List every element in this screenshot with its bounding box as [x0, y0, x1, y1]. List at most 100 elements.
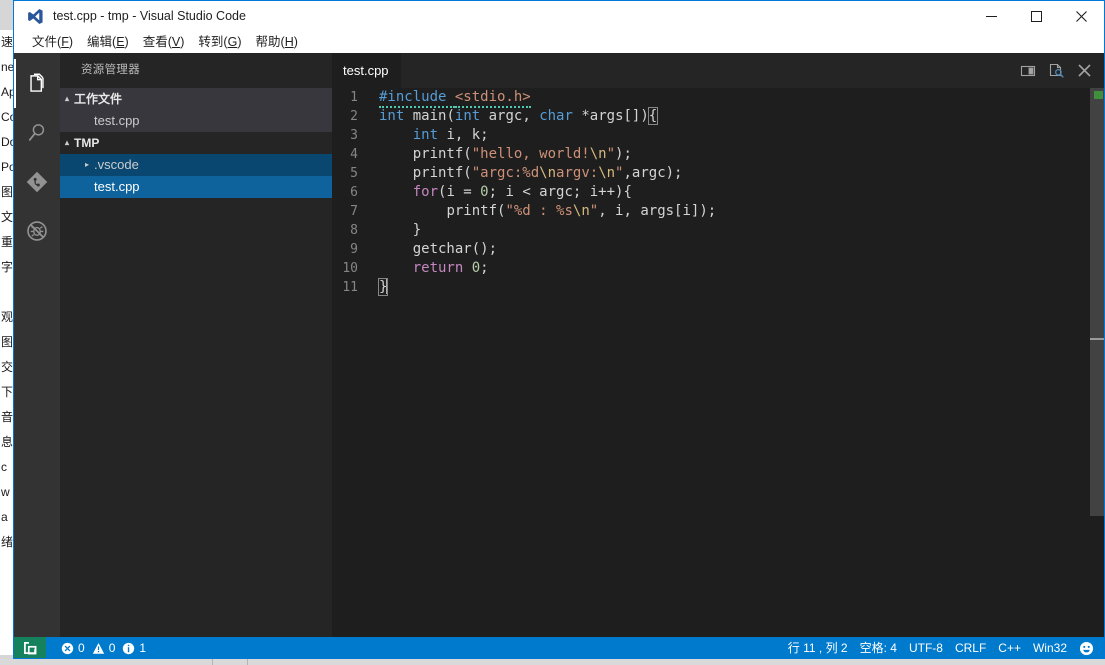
code-token: int	[379, 108, 405, 124]
status-platform[interactable]: Win32	[1027, 637, 1073, 658]
file-test-cpp-label: test.cpp	[94, 179, 140, 194]
menu-view-mnemonic: V	[171, 34, 181, 49]
background-window-text: 下	[1, 385, 13, 399]
code-line[interactable]: 3 int i, k;	[332, 126, 1104, 145]
background-window-text: a	[1, 510, 8, 524]
menu-edit[interactable]: 编辑(E)	[80, 33, 136, 52]
menu-bar[interactable]: 文件(F) 编辑(E) 查看(V) 转到(G) 帮助(H)	[14, 31, 1104, 53]
chevron-right-icon: ▸	[84, 160, 89, 169]
menu-help[interactable]: 帮助(H)	[249, 33, 305, 52]
sidebar-section-open-editors[interactable]: ▴ 工作文件	[60, 88, 332, 110]
list-item[interactable]: ▸ .vscode	[60, 154, 332, 176]
code-line[interactable]: 8 }	[332, 221, 1104, 240]
line-text: printf("hello, world!\n");	[379, 145, 1104, 164]
code-token: ; i < argc; i++){	[488, 184, 632, 200]
status-eol[interactable]: CRLF	[949, 637, 992, 658]
status-indentation[interactable]: 空格: 4	[854, 637, 903, 658]
code-line[interactable]: 5 printf("argc:%d\nargv:\n",argc);	[332, 164, 1104, 183]
code-token: "hello, world!	[471, 146, 590, 162]
code-line[interactable]: 6 for(i = 0; i < argc; i++){	[332, 183, 1104, 202]
split-editor-button[interactable]	[1014, 53, 1042, 88]
files-icon	[30, 73, 44, 92]
overview-ruler-info-mark	[1094, 91, 1103, 99]
status-problems[interactable]: 0 0 1	[55, 637, 152, 658]
chevron-down-icon: ▴	[64, 94, 69, 103]
open-preview-button[interactable]	[1042, 53, 1070, 88]
sidebar-section-folder-tmp[interactable]: ▴ TMP	[60, 132, 332, 154]
close-button[interactable]	[1059, 1, 1104, 32]
code-lines: 1 #include <stdio.h> 2 int main(int argc, c…	[332, 88, 1104, 297]
status-encoding[interactable]: UTF-8	[903, 637, 949, 658]
code-token: 0	[471, 260, 481, 276]
status-error-count: 0	[78, 641, 85, 655]
code-line[interactable]: 9 getchar();	[332, 240, 1104, 259]
activity-source-control[interactable]	[14, 157, 60, 206]
background-window-text: Ap	[1, 85, 13, 99]
code-editor[interactable]: 1 #include <stdio.h> 2 int main(int argc, c…	[332, 88, 1104, 637]
maximize-button[interactable]	[1014, 1, 1059, 32]
status-cursor-position[interactable]: 行 11 , 列 2	[782, 637, 854, 658]
code-token: *args[])	[572, 108, 649, 124]
menu-file-label: 文件	[32, 34, 58, 49]
status-language-mode[interactable]: C++	[992, 637, 1027, 658]
line-number: 6	[350, 185, 358, 200]
editor-tabs-bar: test.cpp	[332, 53, 1104, 88]
menu-goto-label: 转到	[198, 34, 224, 49]
status-remote-button[interactable]	[14, 637, 46, 658]
folder-vscode-label: .vscode	[94, 157, 139, 172]
activity-explorer[interactable]	[14, 59, 60, 108]
code-token: );	[615, 146, 632, 162]
code-token: "	[589, 203, 599, 219]
line-text: }	[379, 221, 1104, 240]
minimize-button[interactable]	[969, 1, 1014, 32]
code-line[interactable]: 1 #include <stdio.h>	[332, 88, 1104, 108]
code-line[interactable]: 7 printf("%d : %s\n", i, args[i]);	[332, 202, 1104, 221]
status-feedback-button[interactable]	[1073, 637, 1100, 658]
tab-test-cpp-label: test.cpp	[343, 63, 389, 78]
background-window-text: w	[1, 485, 10, 499]
line-text: int i, k;	[379, 126, 1104, 145]
sidebar-explorer: 资源管理器 ▴ 工作文件 test.cpp ▴ TMP ▸ .vscode te…	[60, 53, 332, 637]
vscode-logo-icon	[28, 8, 43, 24]
list-item[interactable]: test.cpp	[60, 110, 332, 132]
line-text: getchar();	[379, 240, 1104, 259]
editor-actions	[1014, 53, 1098, 88]
menu-file[interactable]: 文件(F)	[25, 33, 80, 52]
line-number: 4	[350, 147, 358, 162]
code-line[interactable]: 2 int main(int argc, char *args[]){	[332, 107, 1104, 126]
code-line[interactable]: 11}	[332, 278, 1104, 297]
scrollbar-thumb[interactable]	[1090, 88, 1104, 516]
editor-scrollbar[interactable]	[1090, 88, 1104, 637]
title-bar[interactable]: test.cpp - tmp - Visual Studio Code	[14, 0, 1104, 31]
line-number: 2	[350, 109, 358, 124]
debug-no-icon	[27, 220, 47, 241]
activity-search[interactable]	[14, 108, 60, 157]
menu-view[interactable]: 查看(V)	[136, 33, 192, 52]
code-token: argc,	[480, 108, 540, 124]
code-token: printf	[412, 165, 464, 181]
activity-debug[interactable]	[14, 206, 60, 255]
menu-goto[interactable]: 转到(G)	[191, 33, 248, 52]
line-text: int main(int argc, char *args[]){	[379, 107, 1104, 126]
code-token: getchar	[412, 241, 472, 257]
code-line[interactable]: 10 return 0;	[332, 259, 1104, 278]
activity-bar	[14, 53, 60, 637]
tab-test-cpp[interactable]: test.cpp	[332, 53, 402, 88]
background-window-sliver[interactable]: 速neApCoDoPo图文重字观图交下音息cwa绪	[0, 30, 14, 655]
code-line[interactable]: 4 printf("hello, world!\n");	[332, 145, 1104, 164]
code-token: ;	[480, 260, 489, 276]
close-editor-button[interactable]	[1070, 53, 1098, 88]
background-window-text: c	[1, 460, 7, 474]
code-token: for	[412, 184, 439, 200]
line-text: for(i = 0; i < argc; i++){	[379, 183, 1104, 202]
background-window-text: 字	[1, 260, 13, 274]
list-item[interactable]: test.cpp	[60, 176, 332, 198]
line-text: }	[377, 278, 1104, 297]
menu-goto-mnemonic: G	[227, 34, 238, 49]
background-window-text: ne	[1, 60, 13, 74]
